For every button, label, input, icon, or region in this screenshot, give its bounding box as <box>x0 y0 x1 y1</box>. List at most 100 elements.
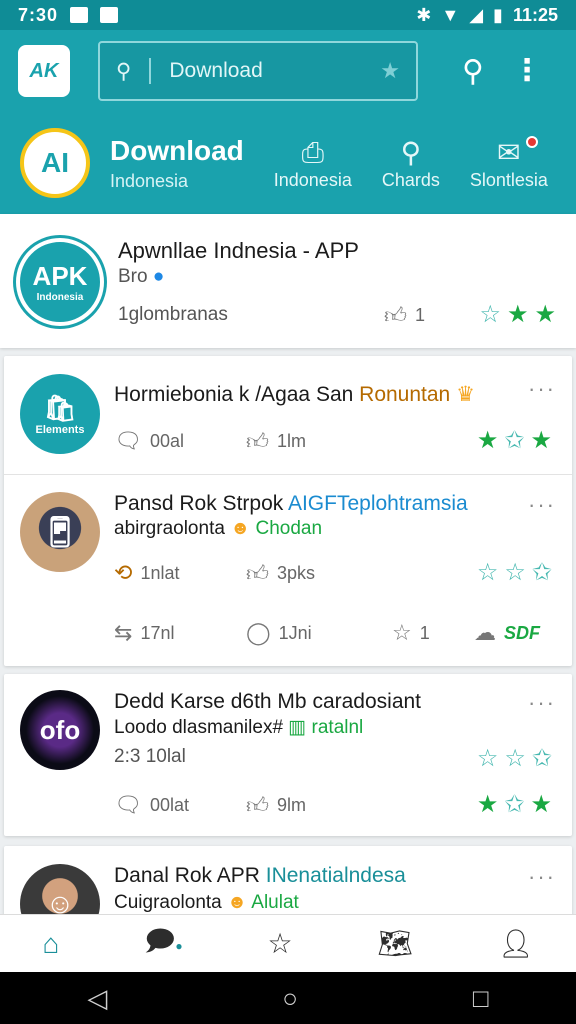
rating-stars[interactable]: ★✩★ <box>477 426 558 455</box>
comment-icon: ◯ <box>246 620 271 645</box>
brand-title: Download <box>110 134 244 166</box>
rating-stars[interactable]: ☆☆✩ <box>477 744 558 773</box>
signal-icon: ◢ <box>469 4 484 25</box>
map-icon[interactable]: 🗺︎ <box>378 927 414 960</box>
home-icon[interactable]: ⌂ <box>42 928 59 960</box>
rating-stars[interactable]: ★✩★ <box>477 790 558 819</box>
brand-strip: AI Download Indonesia ⎙ Indonesia ⚲ Char… <box>0 112 576 214</box>
category-chards[interactable]: ⚲ Chards <box>382 136 440 191</box>
bottom-navigation: ⌂ 🗩︎● ☆ 🗺︎ 👤︎ <box>0 914 576 972</box>
back-icon[interactable]: ◁ <box>87 983 107 1014</box>
avatar[interactable]: 📱︎ <box>20 492 100 572</box>
avatar-text: ofo <box>39 714 81 745</box>
status-right: ✱ ▼ ◢ ▮ 11:25 <box>416 5 558 26</box>
thumbs-up-icon: 👍︎ <box>246 429 269 454</box>
app-stat: 1glombranas <box>118 304 228 325</box>
phone-icon: 📱︎ <box>40 515 80 549</box>
notification-icon <box>70 7 89 23</box>
repost-count[interactable]: ⟲ 1nlat <box>114 560 179 586</box>
more-options-icon[interactable]: ··· <box>528 690 556 716</box>
post-subtitle: abirgraolonta ☻ Chodan <box>114 518 323 539</box>
bluetooth-icon: ✱ <box>416 4 432 25</box>
post-subtitle: Cuigraolonta ☻ Alulat <box>114 892 299 913</box>
thumbs-up-icon: 👍︎ <box>246 561 269 586</box>
search-input[interactable]: Download <box>169 59 262 83</box>
wifi-icon: ▼ <box>441 4 460 25</box>
category-label: Indonesia <box>273 169 352 190</box>
avatar-text: Elements <box>35 423 85 436</box>
share-count[interactable]: ⇆ 17nl <box>114 620 174 646</box>
system-navigation: ◁ ○ □ <box>0 972 576 1024</box>
logo-text: APK <box>32 261 88 291</box>
avatar[interactable]: ofo <box>20 690 100 770</box>
profile-icon[interactable]: 👤︎ <box>498 927 534 960</box>
post-title: Danal Rok APR INenatialndesa <box>114 864 406 887</box>
recents-icon[interactable]: □ <box>473 983 489 1014</box>
comment-icon: 🗨︎ <box>114 428 142 453</box>
category-label: Chards <box>381 169 440 190</box>
brand-subtitle: Indonesia <box>110 170 189 191</box>
comment-count[interactable]: 🗨︎ 00al <box>114 428 184 454</box>
emoji-icon: ☻ <box>227 892 248 913</box>
category-slontlesia[interactable]: ✉ Slontlesia <box>469 135 548 191</box>
star-icon[interactable]: ★ <box>380 58 400 84</box>
star-count[interactable]: ☆ 1 <box>392 620 430 646</box>
share-icon: ⇆ <box>114 620 133 645</box>
search-field[interactable]: ⚲ Download ★ <box>98 41 418 101</box>
post-title: Dedd Karse d6th Mb caradosiant <box>114 690 422 713</box>
search-icon: ⚲ <box>116 59 132 83</box>
like-count[interactable]: 👍︎ 3pks <box>246 560 315 587</box>
app-logo-large[interactable]: APK Indonesia <box>16 238 104 326</box>
chart-icon: ▥ <box>288 717 307 738</box>
app-bar: AK ⚲ Download ★ ⚲ ⋮ <box>0 30 576 112</box>
search-divider <box>149 58 152 84</box>
like-count[interactable]: 👍︎ 9lm <box>246 792 306 819</box>
verified-icon: ● <box>152 266 165 287</box>
divider <box>4 474 572 475</box>
app-header-card: APK Indonesia Apwnllae Indnesia - APP Br… <box>0 214 576 348</box>
more-options-icon[interactable]: ··· <box>528 864 556 890</box>
status-clock: 11:25 <box>512 4 558 25</box>
chat-icon[interactable]: 🗩︎● <box>144 920 182 968</box>
rating-stars[interactable]: ☆☆✩ <box>477 558 558 587</box>
feed-card-2: ofo Dedd Karse d6th Mb caradosiant Loodo… <box>4 674 572 836</box>
category-label: Slontlesia <box>469 169 548 190</box>
search-button-icon[interactable]: ⚲ <box>462 54 484 89</box>
thumbs-up-icon: 👍︎ <box>246 793 269 818</box>
avatar[interactable]: 🛍︎ Elements <box>20 374 100 454</box>
feed-card-1: 🛍︎ Elements Hormiebonia k /Agaa San Ronu… <box>4 356 572 666</box>
like-count[interactable]: 👍︎ 1 <box>384 302 425 329</box>
search-icon: ⚲ <box>400 136 422 168</box>
more-options-icon[interactable]: ··· <box>528 376 556 402</box>
status-time: 7:30 <box>18 4 59 25</box>
status-bar: 7:30 ✱ ▼ ◢ ▮ 11:25 <box>0 0 576 30</box>
post-meta: 2:3 10lal <box>114 746 186 767</box>
post-title: Hormiebonia k /Agaa San Ronuntan ♛ <box>114 383 475 406</box>
battery-icon: ▮ <box>493 4 503 25</box>
screen: 7:30 ✱ ▼ ◢ ▮ 11:25 AK ⚲ Download ★ ⚲ ⋮ A… <box>0 0 576 1024</box>
more-menu-icon[interactable]: ⋮ <box>512 56 542 86</box>
app-subtitle: Bro ● <box>118 266 165 287</box>
more-options-icon[interactable]: ··· <box>528 492 556 518</box>
like-count[interactable]: 👍︎ 1lm <box>246 428 306 455</box>
emoji-icon: ☻ <box>230 518 251 539</box>
category-indonesia[interactable]: ⎙ Indonesia <box>274 136 352 191</box>
notification-badge <box>525 135 538 148</box>
comment-count[interactable]: 🗨︎ 00lat <box>114 792 189 818</box>
app-logo[interactable]: AK <box>18 45 70 97</box>
comment-count[interactable]: ◯ 1Jni <box>246 620 312 646</box>
brand-text: Download Indonesia <box>110 135 244 192</box>
rating-stars[interactable]: ☆★★ <box>479 300 562 329</box>
brand-logo: AI <box>20 128 90 198</box>
post-title: Pansd Rok Strpok AIGFTeplohtramsia <box>114 492 468 515</box>
download-box-icon: ⎙ <box>301 136 324 168</box>
star-icon[interactable]: ☆ <box>268 927 293 960</box>
bag-icon: 🛍︎ <box>43 392 77 423</box>
home-circle-icon[interactable]: ○ <box>282 983 298 1014</box>
thumbs-up-icon: 👍︎ <box>384 303 407 328</box>
cloud-icon: ☁︎ <box>474 620 496 645</box>
post-subtitle: Loodo dlasmanilex# ▥ ratalnl <box>114 717 364 738</box>
mail-icon <box>100 7 119 23</box>
comment-icon: 🗨︎ <box>114 792 142 817</box>
share-button[interactable]: ☁︎ SDF <box>474 620 540 646</box>
